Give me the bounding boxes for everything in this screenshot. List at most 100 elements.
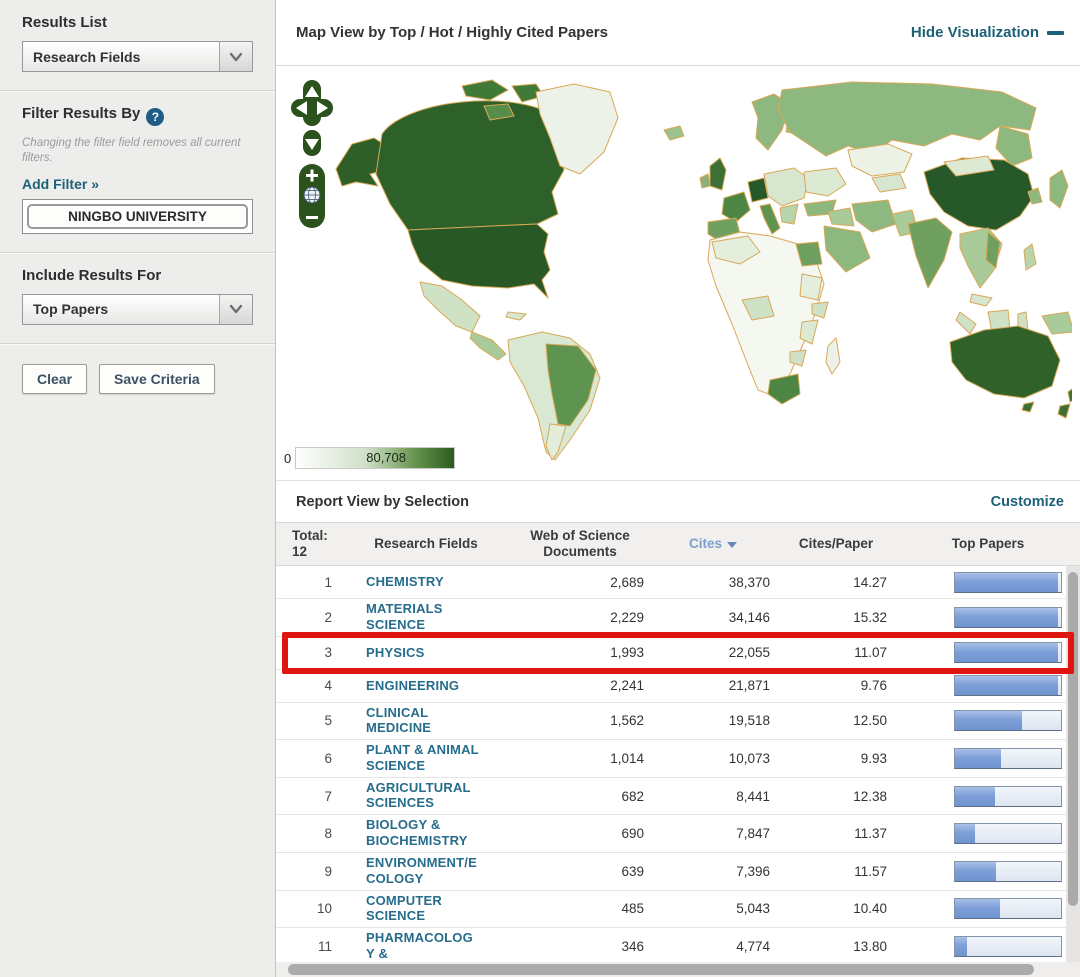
table-row: 2 MATERIALS SCIENCE 2,229 34,146 15.32 xyxy=(276,599,1080,637)
world-choropleth-map[interactable] xyxy=(312,74,1072,469)
row-rank: 8 xyxy=(276,826,342,841)
include-results-dropdown[interactable]: Top Papers xyxy=(22,294,253,325)
report-header: Report View by Selection Customize xyxy=(276,481,1080,523)
research-field-link[interactable]: AGRICULTURAL SCIENCES xyxy=(342,780,471,811)
top-papers-bar-fill xyxy=(955,862,996,881)
table-row: 4 ENGINEERING 2,241 21,871 9.76 xyxy=(276,670,1080,703)
row-documents: 1,014 xyxy=(510,751,650,766)
research-field-link[interactable]: PLANT & ANIMAL SCIENCE xyxy=(342,742,479,773)
top-papers-bar xyxy=(954,936,1062,957)
table-row: 7 AGRICULTURAL SCIENCES 682 8,441 12.38 xyxy=(276,778,1080,816)
row-rank: 7 xyxy=(276,789,342,804)
help-icon[interactable]: ? xyxy=(146,108,164,126)
row-rank: 1 xyxy=(276,575,342,590)
active-filter-chip[interactable]: NINGBO UNIVERSITY xyxy=(27,204,248,229)
top-papers-bar-fill xyxy=(955,711,1022,730)
research-field-link[interactable]: BIOLOGY & BIOCHEMISTRY xyxy=(342,817,468,848)
table-row: 3 PHYSICS 1,993 22,055 11.07 xyxy=(276,637,1080,670)
row-rank: 10 xyxy=(276,901,342,916)
row-rank: 9 xyxy=(276,864,342,879)
esi-app-window: Results List Research Fields Filter Resu… xyxy=(0,0,1080,977)
map-pan-control[interactable] xyxy=(291,80,333,156)
main-panel: Map View by Top / Hot / Highly Cited Pap… xyxy=(276,0,1080,977)
row-cites: 4,774 xyxy=(650,939,776,954)
row-documents: 346 xyxy=(510,939,650,954)
customize-link[interactable]: Customize xyxy=(991,494,1064,510)
row-documents: 2,229 xyxy=(510,610,650,625)
row-documents: 2,241 xyxy=(510,678,650,693)
row-cites-per-paper: 11.07 xyxy=(776,645,896,660)
research-field-link[interactable]: PHARMACOLOG Y & xyxy=(342,930,473,961)
zoom-out-button[interactable] xyxy=(306,216,318,219)
table-row: 11 PHARMACOLOG Y & 346 4,774 13.80 xyxy=(276,928,1080,966)
top-papers-bar xyxy=(954,786,1062,807)
row-cites: 22,055 xyxy=(650,645,776,660)
row-rank: 2 xyxy=(276,610,342,625)
hide-visualization-label: Hide Visualization xyxy=(911,24,1039,41)
top-papers-bar xyxy=(954,607,1062,628)
horizontal-scrollbar-track[interactable] xyxy=(276,962,1080,977)
top-papers-bar-fill xyxy=(955,573,1058,592)
add-filter-link[interactable]: Add Filter » xyxy=(22,176,99,192)
chevron-down-icon[interactable] xyxy=(219,42,252,71)
report-table-header: Total: 12 Research Fields Web of Science… xyxy=(276,523,1080,566)
top-papers-bar xyxy=(954,861,1062,882)
hide-visualization-link[interactable]: Hide Visualization xyxy=(911,24,1064,41)
results-list-heading: Results List xyxy=(22,14,253,31)
row-rank: 5 xyxy=(276,713,342,728)
results-list-dropdown[interactable]: Research Fields xyxy=(22,41,253,72)
research-field-link[interactable]: PHYSICS xyxy=(342,645,424,661)
row-cites-per-paper: 12.38 xyxy=(776,789,896,804)
column-header-documents[interactable]: Web of Science Documents xyxy=(510,528,650,559)
horizontal-scrollbar-thumb[interactable] xyxy=(288,964,1034,975)
globe-icon[interactable] xyxy=(304,187,320,203)
results-list-dropdown-value: Research Fields xyxy=(23,42,219,71)
include-results-heading: Include Results For xyxy=(22,267,253,284)
clear-button[interactable]: Clear xyxy=(22,364,87,394)
research-field-link[interactable]: MATERIALS SCIENCE xyxy=(342,601,443,632)
row-cites-per-paper: 15.32 xyxy=(776,610,896,625)
research-field-link[interactable]: CLINICAL MEDICINE xyxy=(342,705,431,736)
research-field-link[interactable]: COMPUTER SCIENCE xyxy=(342,893,442,924)
report-title: Report View by Selection xyxy=(296,494,469,510)
include-results-dropdown-value: Top Papers xyxy=(23,295,219,324)
map-view-header: Map View by Top / Hot / Highly Cited Pap… xyxy=(276,0,1080,66)
column-header-top-papers[interactable]: Top Papers xyxy=(896,536,1080,552)
top-papers-bar-fill xyxy=(955,676,1058,695)
save-criteria-button[interactable]: Save Criteria xyxy=(99,364,215,394)
row-cites-per-paper: 13.80 xyxy=(776,939,896,954)
filter-section: Filter Results By? Changing the filter f… xyxy=(0,91,275,253)
map-visualization: 0 80,708 xyxy=(276,66,1080,481)
research-field-link[interactable]: CHEMISTRY xyxy=(342,574,444,590)
row-cites-per-paper: 10.40 xyxy=(776,901,896,916)
top-papers-bar xyxy=(954,675,1062,696)
table-row: 5 CLINICAL MEDICINE 1,562 19,518 12.50 xyxy=(276,703,1080,741)
research-field-link[interactable]: ENVIRONMENT/E COLOGY xyxy=(342,855,477,886)
row-rank: 4 xyxy=(276,678,342,693)
row-cites-per-paper: 11.57 xyxy=(776,864,896,879)
map-countries[interactable] xyxy=(336,80,1072,460)
scale-max-label: 80,708 xyxy=(366,450,406,465)
top-papers-bar-fill xyxy=(955,643,1058,662)
vertical-scrollbar-thumb[interactable] xyxy=(1068,572,1078,906)
research-field-link[interactable]: ENGINEERING xyxy=(342,678,459,694)
filter-heading: Filter Results By? xyxy=(22,105,253,126)
column-header-cites[interactable]: Cites xyxy=(650,536,776,552)
row-rank: 3 xyxy=(276,645,342,660)
column-header-cites-per-paper[interactable]: Cites/Paper xyxy=(776,536,896,552)
scale-min-label: 0 xyxy=(284,451,291,466)
top-papers-bar-fill xyxy=(955,787,995,806)
top-papers-bar-fill xyxy=(955,824,975,843)
top-papers-bar xyxy=(954,898,1062,919)
map-zoom-control[interactable] xyxy=(299,164,325,228)
column-header-research-fields[interactable]: Research Fields xyxy=(342,536,510,552)
sidebar: Results List Research Fields Filter Resu… xyxy=(0,0,276,977)
table-row: 8 BIOLOGY & BIOCHEMISTRY 690 7,847 11.37 xyxy=(276,815,1080,853)
map-controls xyxy=(290,80,334,235)
chevron-down-icon[interactable] xyxy=(219,295,252,324)
row-documents: 1,993 xyxy=(510,645,650,660)
include-results-section: Include Results For Top Papers xyxy=(0,253,275,344)
column-header-total: Total: 12 xyxy=(276,528,342,559)
table-row: 9 ENVIRONMENT/E COLOGY 639 7,396 11.57 xyxy=(276,853,1080,891)
row-rank: 11 xyxy=(276,939,342,954)
